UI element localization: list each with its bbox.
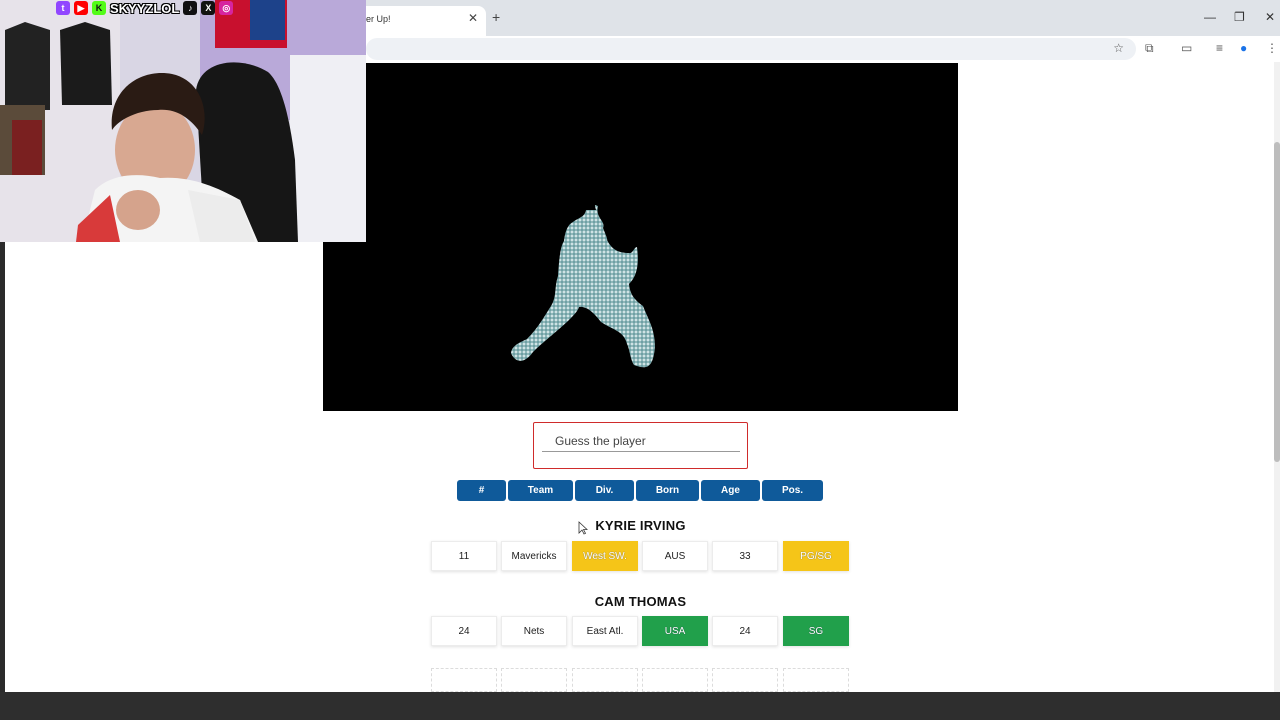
guess-player-input[interactable] [542,429,740,453]
input-underline [542,451,740,452]
instagram-icon: ◎ [219,1,234,15]
youtube-icon: ▶ [74,1,88,15]
player-silhouette-panel [323,63,958,411]
restore-button[interactable]: ❐ [1234,10,1245,24]
guess-cell-team: Nets [501,616,567,646]
empty-guess-cell [431,668,497,692]
empty-guess-cell [642,668,708,692]
media-control-icon[interactable]: ≡ [1216,41,1223,55]
guess-player-name: CAM THOMAS [594,594,687,609]
streamer-handle: SKYYZLOL [110,0,180,16]
cast-icon[interactable]: ▭ [1181,41,1192,55]
page-scrollbar[interactable] [1274,62,1280,692]
guess-cell-age: 33 [712,541,778,571]
minimize-button[interactable]: — [1204,10,1216,24]
scrollbar-thumb[interactable] [1274,142,1280,462]
header-number[interactable]: # [457,480,506,501]
guess-cell-number: 11 [431,541,497,571]
address-bar[interactable]: ☆ [366,38,1136,60]
player-silhouette-icon [511,204,655,368]
x-icon: X [201,1,216,15]
os-taskbar [0,692,1280,720]
twitch-icon: t [56,1,70,15]
extensions-icon[interactable]: ⧉ [1145,41,1154,56]
bookmark-star-icon[interactable]: ☆ [1113,41,1124,55]
kick-icon: K [92,1,106,15]
new-tab-button[interactable]: + [492,9,500,25]
browser-tab[interactable]: er Up! ✕ [352,6,486,36]
empty-guess-cell [572,668,638,692]
guess-input-container [533,422,748,469]
close-window-button[interactable]: ✕ [1265,10,1275,24]
guess-cell-number: 24 [431,616,497,646]
streamer-webcam-overlay: t ▶ K SKYYZLOL ♪ X ◎ [0,0,366,242]
close-icon[interactable]: ✕ [468,11,478,25]
empty-guess-cell [783,668,849,692]
guess-cell-division: East Atl. [572,616,638,646]
guess-cell-position: PG/SG [783,541,849,571]
guess-cell-division: West SW. [572,541,638,571]
mouse-cursor-icon [578,521,588,535]
social-banner: t ▶ K SKYYZLOL ♪ X ◎ [56,0,234,16]
profile-avatar-icon[interactable]: ● [1240,41,1247,55]
guess-cell-born: AUS [642,541,708,571]
header-team[interactable]: Team [508,480,573,501]
guess-cell-position: SG [783,616,849,646]
header-age[interactable]: Age [701,480,760,501]
header-division[interactable]: Div. [575,480,634,501]
guess-cell-age: 24 [712,616,778,646]
guess-cell-team: Mavericks [501,541,567,571]
menu-kebab-icon[interactable]: ⋮ [1266,41,1278,55]
tab-title: er Up! [366,14,391,24]
guess-cell-born: USA [642,616,708,646]
tiktok-icon: ♪ [183,1,198,15]
header-position[interactable]: Pos. [762,480,823,501]
screen: er Up! ✕ + — ❐ ✕ ☆ ⧉ ▭ ≡ ● ⋮ Guess the p… [0,0,1280,720]
webcam-scene [0,0,366,242]
empty-guess-cell [501,668,567,692]
header-born[interactable]: Born [636,480,699,501]
empty-guess-cell [712,668,778,692]
guess-player-name: KYRIE IRVING [595,518,686,533]
